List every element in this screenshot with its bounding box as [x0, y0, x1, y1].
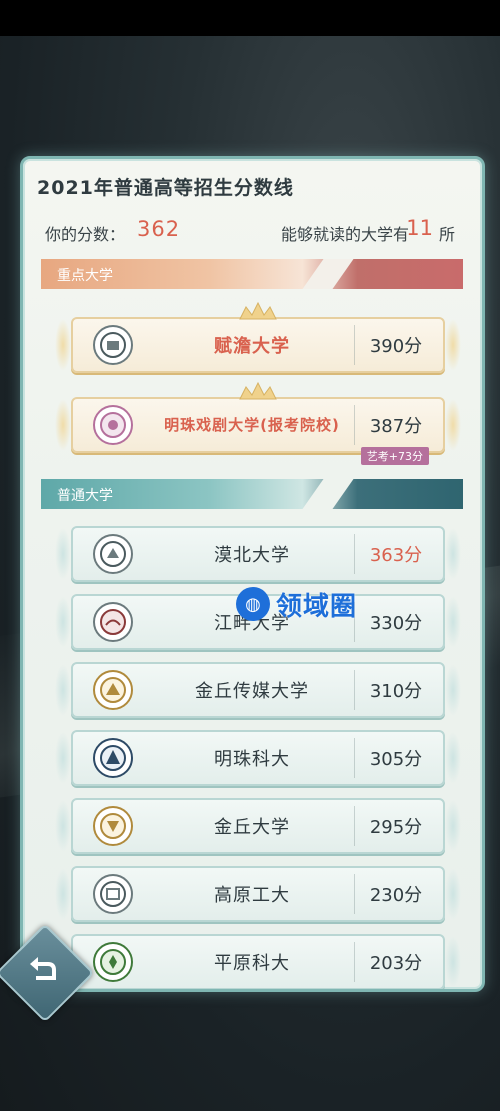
laurel-left-icon: [55, 732, 71, 784]
count-prefix: 能够就读的大学有: [280, 225, 409, 244]
laurel-left-icon: [55, 399, 71, 451]
crown-icon: [239, 381, 277, 400]
status-bar: [0, 0, 500, 36]
drama-seal-icon: [93, 405, 133, 445]
score-value: 362: [137, 217, 181, 241]
art-exam-bonus-badge: 艺考+73分: [360, 447, 429, 465]
university-seal-icon: [93, 806, 133, 846]
university-name: 金丘大学: [214, 817, 290, 838]
laurel-left-icon: [55, 319, 71, 371]
laurel-right-icon: [445, 936, 461, 988]
university-name: 金丘传媒大学: [195, 681, 309, 702]
laurel-left-icon: [55, 596, 71, 648]
university-card-general-3[interactable]: 明珠科大 305分: [55, 730, 461, 786]
card-divider: [354, 874, 355, 914]
laurel-right-icon: [445, 664, 461, 716]
university-card-key-1[interactable]: 明珠戏剧大学(报考院校) 387分 艺考+73分: [55, 381, 461, 465]
score-summary: 你的分数： 362 能够就读的大学有 11 所: [45, 216, 455, 249]
section-label-general: 普通大学: [57, 488, 113, 504]
laurel-left-icon: [55, 664, 71, 716]
card-divider: [354, 670, 355, 710]
university-score: 390分: [369, 336, 423, 357]
university-seal-icon: [93, 534, 133, 574]
card-divider: [354, 325, 355, 365]
laurel-right-icon: [445, 800, 461, 852]
university-score: 387分: [369, 416, 423, 437]
university-card-general-0[interactable]: 漠北大学 363分: [55, 526, 461, 582]
card-divider: [354, 738, 355, 778]
university-seal-icon: [93, 670, 133, 710]
university-name: 明珠戏剧大学(报考院校): [164, 416, 340, 434]
crown-icon: [239, 301, 277, 320]
back-arrow-icon: [10, 938, 76, 1004]
university-name: 平原科大: [214, 953, 290, 974]
card-divider: [354, 534, 355, 574]
section-header-key: 重点大学: [41, 259, 463, 289]
watermark-logo-icon: ◍: [236, 587, 270, 621]
score-panel: 2021年普通高等招生分数线 你的分数： 362 能够就读的大学有 11 所 重…: [20, 156, 485, 992]
university-score: 330分: [369, 613, 423, 634]
panel-title: 2021年普通高等招生分数线: [37, 177, 294, 199]
university-card-general-5[interactable]: 高原工大 230分: [55, 866, 461, 922]
section-label-key: 重点大学: [57, 268, 113, 284]
watermark-text: 领域圈: [276, 591, 358, 622]
card-divider: [354, 942, 355, 982]
university-score: 230分: [369, 885, 423, 906]
laurel-left-icon: [55, 528, 71, 580]
university-seal-icon: [93, 602, 133, 642]
university-card-general-2[interactable]: 金丘传媒大学 310分: [55, 662, 461, 718]
university-seal-icon: [93, 738, 133, 778]
count-value: 11: [406, 216, 433, 240]
score-label: 你的分数：: [45, 225, 126, 244]
university-card-general-4[interactable]: 金丘大学 295分: [55, 798, 461, 854]
laurel-right-icon: [445, 319, 461, 371]
laurel-right-icon: [445, 528, 461, 580]
card-divider: [354, 405, 355, 445]
card-divider: [354, 806, 355, 846]
university-name: 高原工大: [214, 885, 290, 906]
laurel-right-icon: [445, 868, 461, 920]
university-score: 203分: [369, 953, 423, 974]
university-card-key-0[interactable]: 赋澹大学 390分: [55, 301, 461, 373]
laurel-right-icon: [445, 732, 461, 784]
laurel-left-icon: [55, 800, 71, 852]
university-name: 明珠科大: [214, 749, 290, 770]
university-score: 295分: [369, 817, 423, 838]
university-seal-icon: [93, 942, 133, 982]
watermark: ◍ 领域圈: [236, 584, 357, 624]
section-header-general: 普通大学: [41, 479, 463, 509]
laurel-right-icon: [445, 399, 461, 451]
university-name: 漠北大学: [214, 545, 290, 566]
university-seal-icon: [93, 325, 133, 365]
laurel-left-icon: [55, 868, 71, 920]
count-suffix: 所: [438, 225, 455, 244]
laurel-right-icon: [445, 596, 461, 648]
university-seal-icon: [93, 874, 133, 914]
university-score: 363分: [369, 545, 423, 566]
university-score: 305分: [369, 749, 423, 770]
university-name: 赋澹大学: [214, 336, 290, 357]
university-card-general-6[interactable]: 平原科大 203分: [55, 934, 461, 989]
university-score: 310分: [369, 681, 423, 702]
